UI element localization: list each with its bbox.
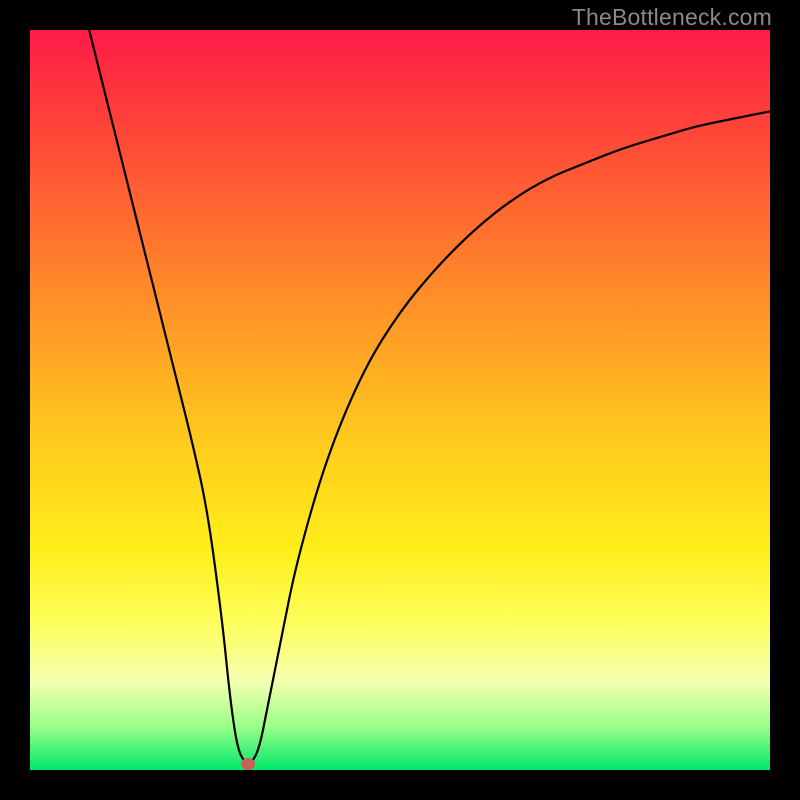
bottleneck-curve: [30, 30, 770, 770]
watermark-text: TheBottleneck.com: [572, 4, 772, 31]
plot-area: [30, 30, 770, 770]
chart-frame: TheBottleneck.com: [0, 0, 800, 800]
